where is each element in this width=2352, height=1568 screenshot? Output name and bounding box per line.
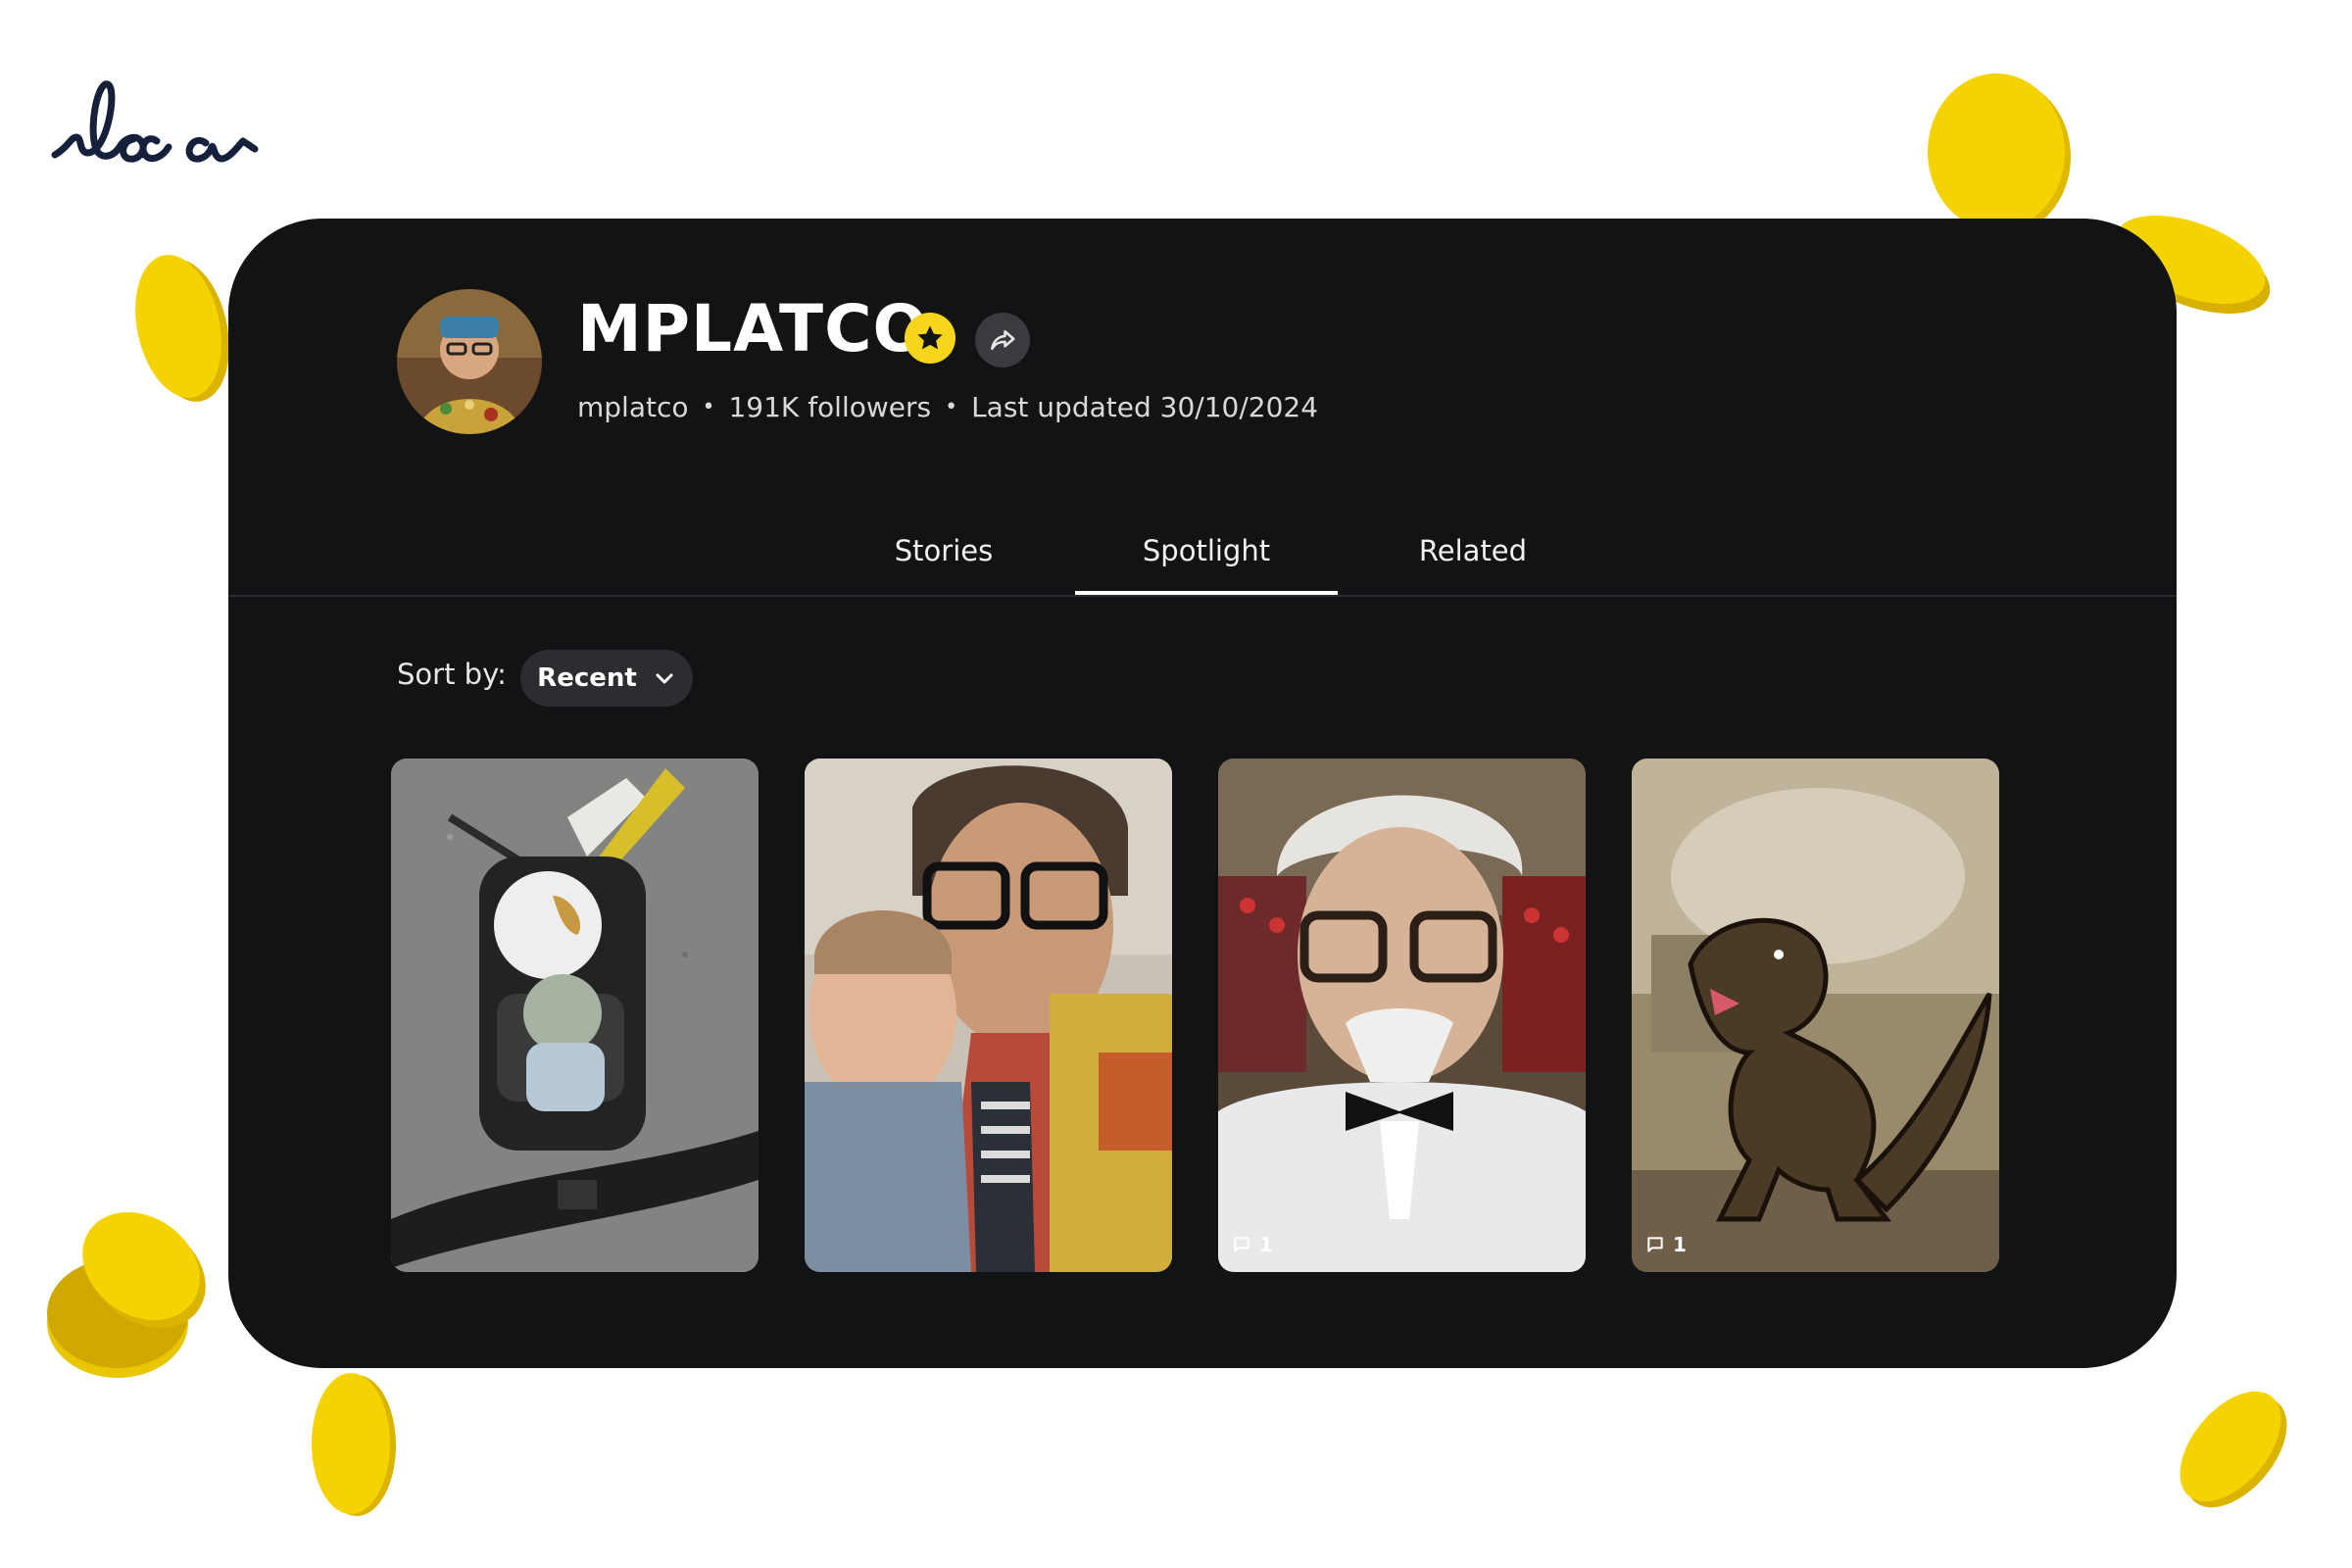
username: mplatco — [577, 391, 689, 423]
coin-decoration — [127, 250, 235, 411]
tab-spotlight[interactable]: Spotlight — [1075, 522, 1338, 595]
profile-meta: mplatco • 191K followers • Last updated … — [577, 391, 1318, 423]
share-button[interactable] — [975, 313, 1030, 368]
spotlight-thumbnail[interactable]: 1 — [1632, 759, 1999, 1272]
tab-stories[interactable]: Stories — [856, 522, 1032, 591]
comment-count: 1 — [1232, 1233, 1273, 1256]
sort-dropdown[interactable]: Recent — [520, 650, 693, 707]
tab-label: Spotlight — [1142, 534, 1271, 567]
star-icon — [905, 313, 956, 364]
sort-value: Recent — [537, 663, 637, 693]
comment-icon — [1647, 1237, 1663, 1252]
tab-divider — [228, 595, 2177, 597]
last-updated: Last updated 30/10/2024 — [971, 391, 1319, 423]
comment-count: 1 — [1645, 1233, 1687, 1256]
coin-decoration — [2166, 1382, 2303, 1523]
separator-dot: • — [702, 395, 715, 419]
separator-dot: • — [945, 395, 958, 419]
spotlight-thumbnail[interactable] — [391, 759, 759, 1272]
tab-label: Related — [1418, 534, 1528, 567]
spotlight-thumbnail[interactable]: 1 — [1218, 759, 1586, 1272]
chevron-down-icon — [656, 673, 673, 684]
tab-related[interactable]: Related — [1385, 522, 1561, 591]
avatar[interactable] — [397, 289, 542, 434]
followers-count: 191K followers — [728, 391, 932, 423]
comment-icon — [1234, 1237, 1250, 1252]
sort-label: Sort by: — [397, 658, 507, 691]
comment-count-value: 1 — [1259, 1233, 1273, 1256]
loca-logo — [49, 69, 265, 180]
share-icon — [991, 330, 1015, 350]
profile-card: MPLATCO mplatco • 191K followers • Last … — [228, 219, 2177, 1368]
comment-count-value: 1 — [1673, 1233, 1687, 1256]
coin-decoration — [39, 1205, 225, 1396]
coin-decoration — [304, 1367, 402, 1528]
tab-label: Stories — [894, 534, 994, 567]
spotlight-thumbnail[interactable] — [805, 759, 1172, 1272]
profile-name: MPLATCO — [577, 291, 929, 367]
